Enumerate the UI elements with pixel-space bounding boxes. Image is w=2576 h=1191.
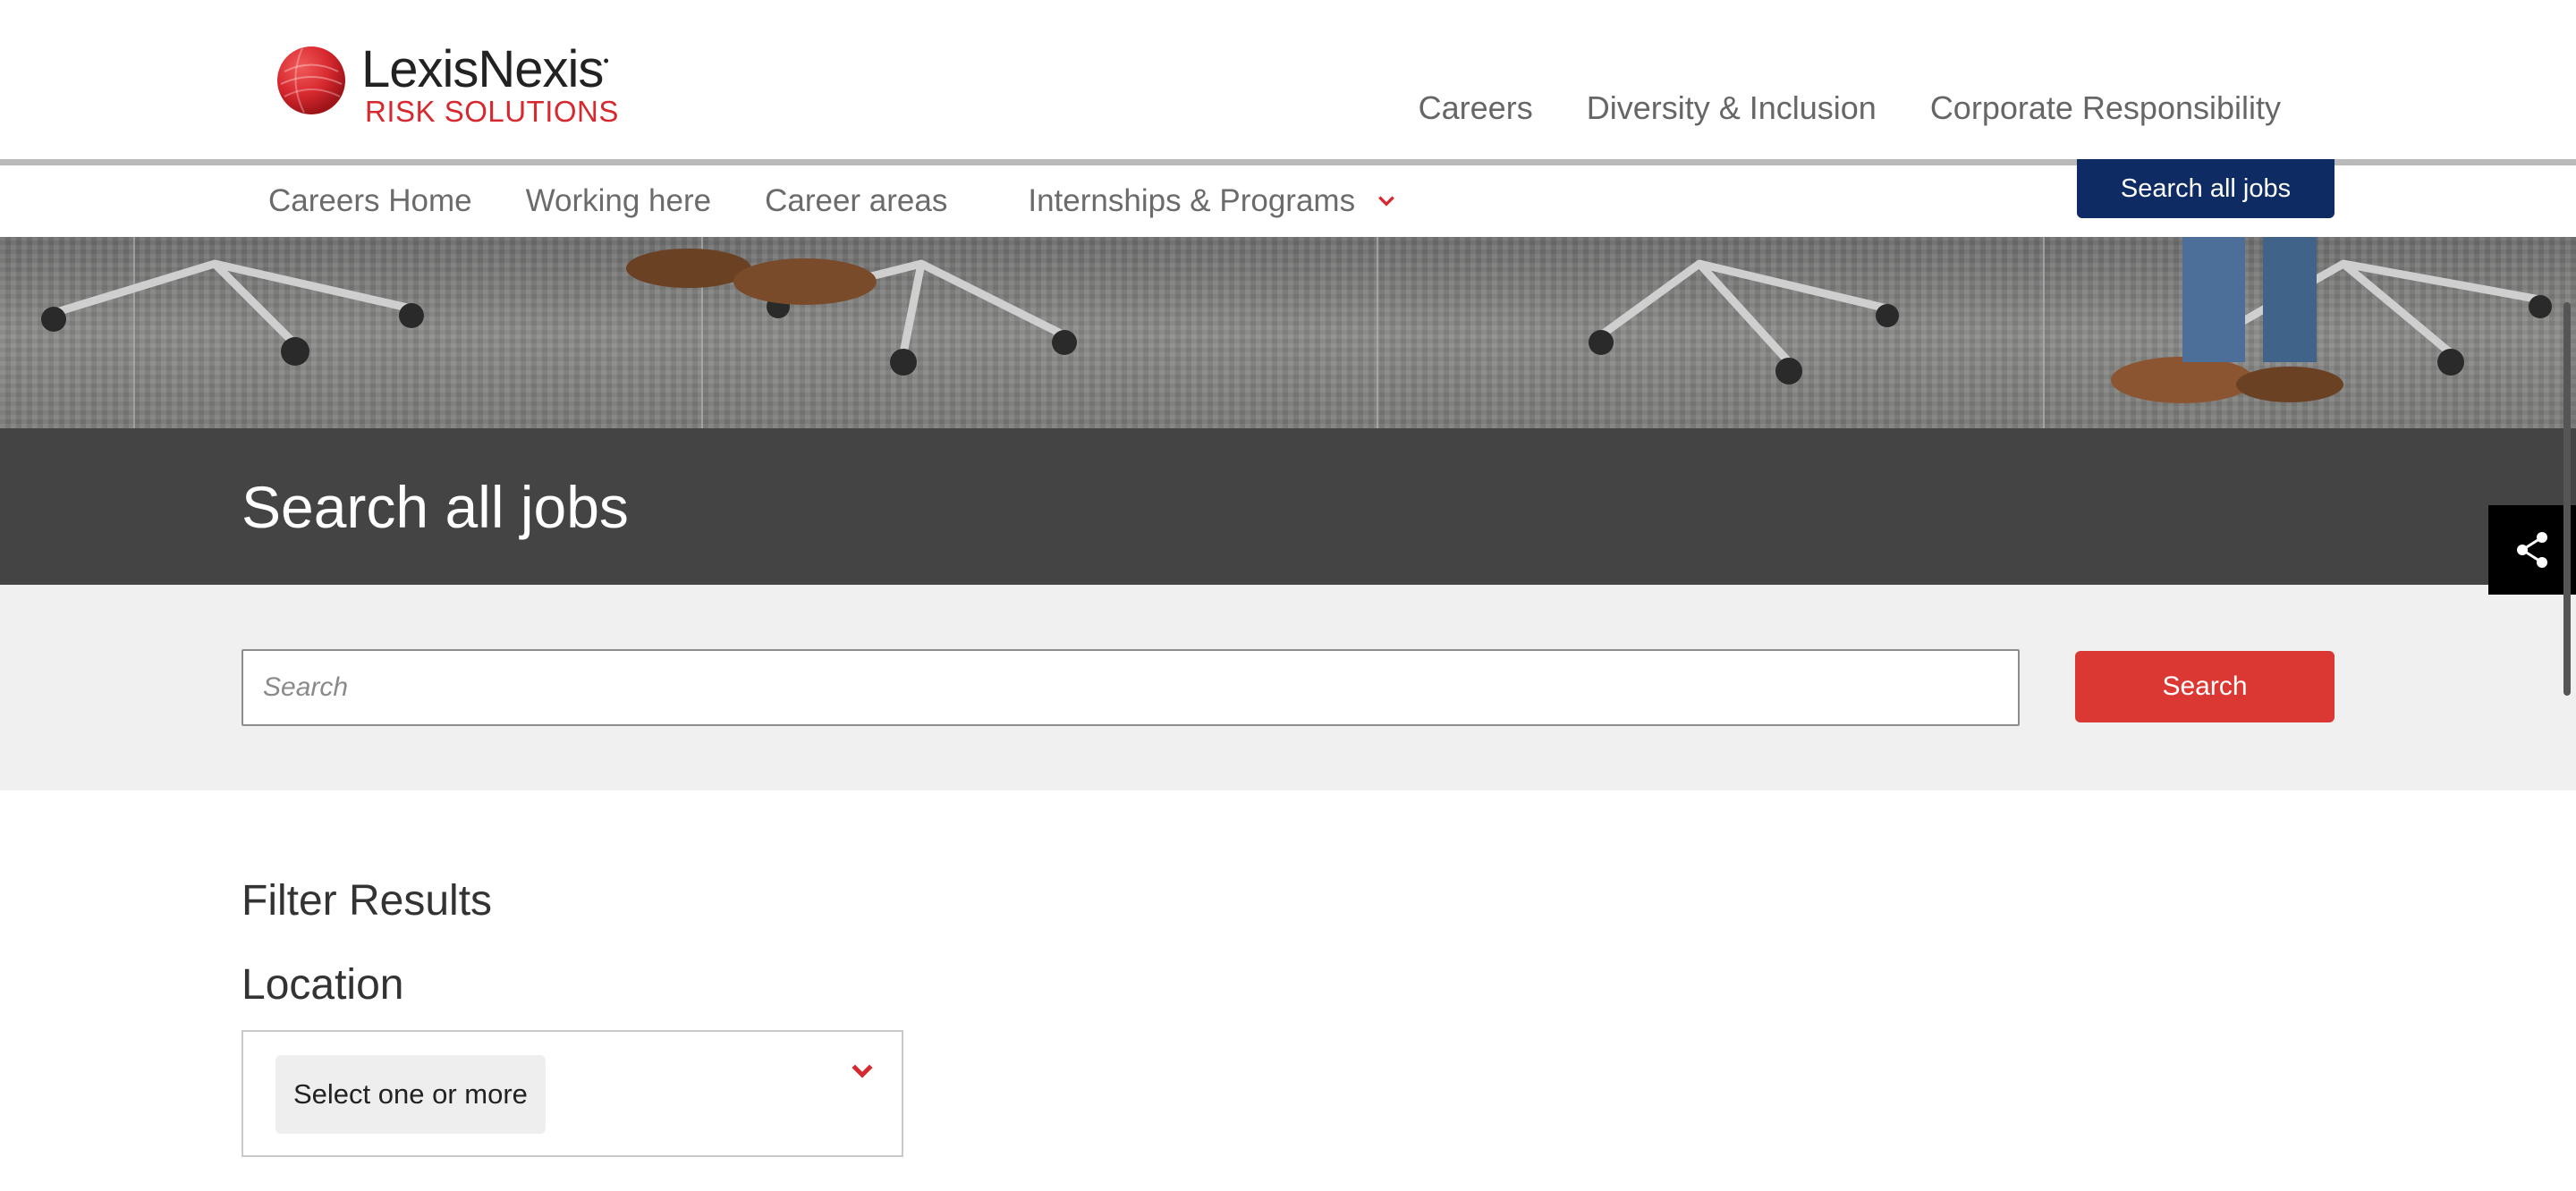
sub-nav-internships-programs[interactable]: Internships & Programs: [1028, 183, 1355, 219]
search-section: Search: [0, 585, 2576, 790]
search-all-jobs-button[interactable]: Search all jobs: [2077, 159, 2334, 218]
logo-tagline: RISK SOLUTIONS: [365, 95, 619, 128]
location-select[interactable]: Select one or more: [242, 1030, 903, 1157]
sub-nav-working-here[interactable]: Working here: [526, 183, 712, 219]
top-nav-corporate-responsibility[interactable]: Corporate Responsibility: [1930, 89, 2281, 127]
page-scrollbar[interactable]: [2563, 302, 2571, 696]
page-title: Search all jobs: [242, 474, 629, 540]
chevron-down-icon[interactable]: [1377, 191, 1396, 211]
sub-nav-careers-home[interactable]: Careers Home: [268, 183, 472, 219]
office-floor-photo-icon: [41, 237, 2552, 428]
hero-image: [0, 237, 2576, 428]
site-header: LexisNexis• RISK SOLUTIONS Careers Diver…: [0, 0, 2576, 159]
logo-sphere-icon: [277, 46, 345, 114]
top-nav: Careers Diversity & Inclusion Corporate …: [1419, 89, 2281, 127]
search-input[interactable]: [242, 649, 2020, 726]
logo-wordmark: LexisNexis•: [361, 40, 609, 98]
lexisnexis-logo[interactable]: LexisNexis• RISK SOLUTIONS: [275, 39, 633, 129]
top-nav-diversity-inclusion[interactable]: Diversity & Inclusion: [1587, 89, 1877, 127]
chevron-down-icon[interactable]: [850, 1059, 875, 1084]
filter-results-heading: Filter Results: [242, 877, 493, 925]
top-nav-careers[interactable]: Careers: [1419, 89, 1533, 127]
search-button[interactable]: Search: [2075, 651, 2334, 722]
share-icon: [2517, 532, 2547, 568]
page-title-band: Search all jobs: [0, 428, 2576, 585]
location-select-placeholder[interactable]: Select one or more: [275, 1055, 546, 1134]
sub-nav-career-areas[interactable]: Career areas: [765, 183, 947, 219]
location-label: Location: [242, 961, 404, 1009]
